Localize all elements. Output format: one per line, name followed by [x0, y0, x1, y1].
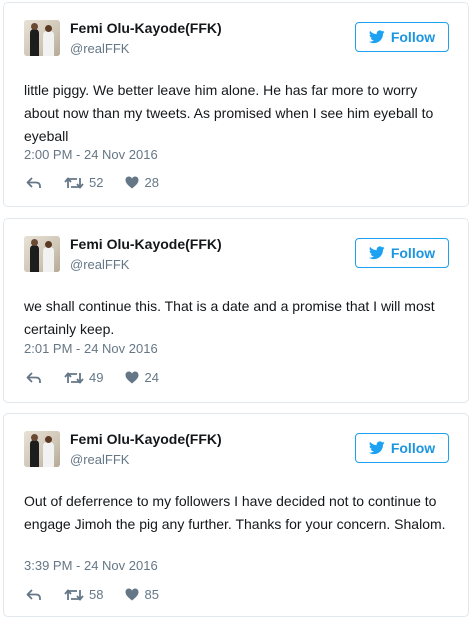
- retweet-button[interactable]: 58: [64, 587, 103, 602]
- author-name[interactable]: Femi Olu-Kayode(FFK): [70, 236, 222, 252]
- tweet-actions: 49 24: [26, 370, 181, 385]
- like-count: 24: [144, 370, 159, 385]
- tweet-text: Out of deferrence to my followers I have…: [24, 493, 446, 532]
- avatar[interactable]: [24, 236, 60, 272]
- follow-button[interactable]: Follow: [355, 22, 449, 52]
- avatar[interactable]: [24, 20, 60, 56]
- reply-icon: [26, 176, 41, 188]
- author-handle[interactable]: @realFFK: [70, 257, 129, 272]
- tweet-card: Femi Olu-Kayode(FFK) @realFFK Follow lit…: [3, 2, 469, 207]
- reply-icon: [26, 588, 41, 600]
- author-handle[interactable]: @realFFK: [70, 41, 129, 56]
- tweet-card: Femi Olu-Kayode(FFK) @realFFK Follow Out…: [3, 413, 469, 617]
- retweet-icon: [64, 588, 84, 601]
- retweet-count: 52: [89, 175, 104, 190]
- avatar[interactable]: [24, 431, 60, 467]
- tweet-timestamp[interactable]: 2:01 PM - 24 Nov 2016: [24, 341, 158, 356]
- retweet-button[interactable]: 49: [64, 370, 103, 385]
- twitter-bird-icon: [368, 30, 385, 44]
- author-handle[interactable]: @realFFK: [70, 452, 129, 467]
- retweet-icon: [64, 176, 84, 189]
- tweet-actions: 58 85: [26, 587, 181, 602]
- tweet-text: little piggy. We better leave him alone.…: [24, 82, 434, 144]
- reply-icon: [26, 371, 41, 383]
- heart-icon: [125, 371, 139, 384]
- like-button[interactable]: 85: [125, 587, 159, 602]
- retweet-icon: [64, 371, 84, 384]
- follow-label: Follow: [390, 245, 436, 261]
- like-count: 85: [144, 587, 159, 602]
- twitter-bird-icon: [368, 246, 385, 260]
- like-button[interactable]: 28: [125, 175, 159, 190]
- retweet-button[interactable]: 52: [64, 175, 103, 190]
- tweet-card: Femi Olu-Kayode(FFK) @realFFK Follow we …: [3, 218, 469, 403]
- reply-button[interactable]: [26, 588, 42, 602]
- retweet-count: 49: [89, 370, 104, 385]
- author-name[interactable]: Femi Olu-Kayode(FFK): [70, 431, 222, 447]
- tweet-timestamp[interactable]: 3:39 PM - 24 Nov 2016: [24, 558, 158, 573]
- heart-icon: [125, 588, 139, 601]
- follow-button[interactable]: Follow: [355, 238, 449, 268]
- retweet-count: 58: [89, 587, 104, 602]
- follow-label: Follow: [390, 29, 436, 45]
- follow-button[interactable]: Follow: [355, 433, 449, 463]
- tweet-text: we shall continue this. That is a date a…: [24, 298, 435, 337]
- tweet-timestamp[interactable]: 2:00 PM - 24 Nov 2016: [24, 147, 158, 162]
- like-button[interactable]: 24: [125, 370, 159, 385]
- heart-icon: [125, 176, 139, 189]
- author-name[interactable]: Femi Olu-Kayode(FFK): [70, 20, 222, 36]
- reply-button[interactable]: [26, 371, 42, 385]
- tweet-actions: 52 28: [26, 175, 181, 190]
- like-count: 28: [144, 175, 159, 190]
- reply-button[interactable]: [26, 176, 42, 190]
- follow-label: Follow: [390, 440, 436, 456]
- twitter-bird-icon: [368, 441, 385, 455]
